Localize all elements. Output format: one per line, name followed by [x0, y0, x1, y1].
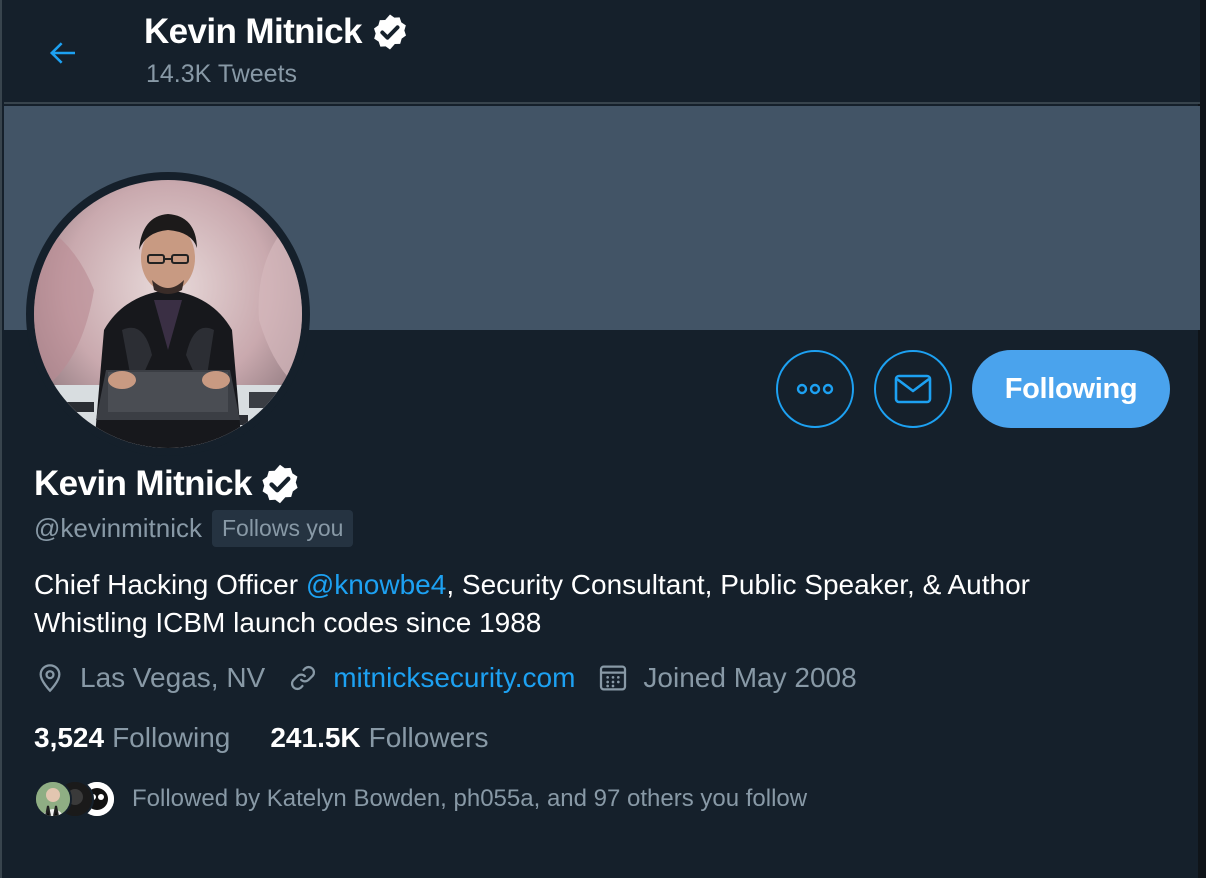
location-item: Las Vegas, NV — [34, 662, 265, 694]
profile-name: Kevin Mitnick — [34, 464, 252, 503]
header-name: Kevin Mitnick — [144, 12, 362, 51]
bio-line-1: Chief Hacking Officer @knowbe4, Security… — [34, 566, 1154, 604]
bio-text: , Security Consultant, Public Speaker, &… — [446, 569, 1030, 600]
profile-handle: @kevinmitnick — [34, 513, 202, 543]
arrow-left-icon — [49, 42, 75, 64]
avatar-photo — [34, 180, 302, 448]
calendar-icon — [600, 665, 627, 691]
joined-text: Joined May 2008 — [643, 662, 857, 693]
envelope-icon — [894, 374, 932, 404]
back-button[interactable] — [40, 30, 86, 76]
profile-stats: 3,524 Following 241.5K Followers — [34, 722, 528, 754]
profile-header: Kevin Mitnick 14.3K Tweets — [4, 0, 1200, 104]
message-button[interactable] — [874, 350, 952, 428]
verified-badge-icon — [262, 464, 298, 504]
bio-line-2: Whistling ICBM launch codes since 1988 — [34, 607, 542, 638]
website-link[interactable]: mitnicksecurity.com — [333, 662, 575, 694]
followers-label: Followers — [368, 722, 489, 753]
followers-stat-link[interactable]: 241.5K Followers — [270, 722, 488, 754]
header-title: Kevin Mitnick — [144, 12, 410, 52]
tweet-count: 14.3K Tweets — [146, 60, 298, 88]
location-text: Las Vegas, NV — [80, 662, 266, 693]
handle-row: @kevinmitnick Follows you — [34, 510, 354, 547]
following-stat-link[interactable]: 3,524 Following — [34, 722, 230, 754]
website-item: mitnicksecurity.com — [287, 662, 575, 694]
followed-by-text: Followed by Katelyn Bowden, ph055a, and … — [132, 785, 808, 812]
following-label: Following — [112, 722, 231, 753]
profile-name-row: Kevin Mitnick — [34, 462, 302, 506]
followed-by-row[interactable]: Followed by Katelyn Bowden, ph055a, and … — [34, 780, 807, 818]
follower-avatars — [34, 780, 116, 818]
profile-avatar[interactable] — [26, 172, 310, 456]
more-options-button[interactable] — [776, 350, 854, 428]
bio-text: Chief Hacking Officer — [34, 569, 306, 600]
bio-mention-link[interactable]: @knowbe4 — [306, 569, 447, 600]
following-button[interactable]: Following — [972, 350, 1170, 428]
location-pin-icon — [39, 664, 61, 693]
link-icon — [291, 665, 316, 691]
follows-you-badge: Follows you — [211, 510, 354, 547]
profile-meta: Las Vegas, NV mitnicksecurity.com Joined… — [34, 662, 879, 694]
following-count: 3,524 — [34, 722, 105, 753]
more-dots-icon — [796, 383, 834, 395]
avatar — [34, 780, 72, 818]
verified-badge-icon — [373, 14, 406, 50]
profile-bio: Chief Hacking Officer @knowbe4, Security… — [34, 566, 1154, 642]
joined-item: Joined May 2008 — [597, 662, 857, 694]
profile-page: Kevin Mitnick 14.3K Tweets Following Kev… — [0, 0, 1206, 878]
followers-count: 241.5K — [270, 722, 361, 753]
